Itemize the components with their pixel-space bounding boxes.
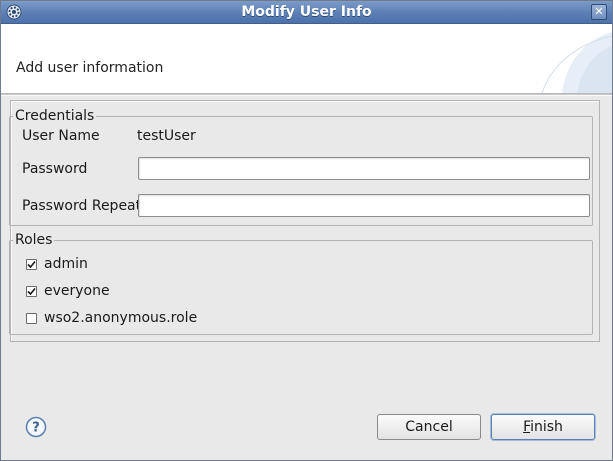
close-button[interactable]: ✕ [591, 4, 607, 20]
password-repeat-field[interactable] [138, 194, 590, 217]
close-icon: ✕ [594, 5, 604, 18]
roles-legend: Roles [15, 232, 53, 248]
dialog-window: Modify User Info ✕ Add user information … [0, 0, 613, 461]
role-label-wso2-anonymous-role[interactable]: wso2.anonymous.role [44, 310, 197, 326]
banner-message: Add user information [16, 60, 164, 76]
password-label: Password [22, 161, 88, 177]
password-field[interactable] [138, 157, 590, 180]
role-label-everyone[interactable]: everyone [44, 283, 110, 299]
credentials-legend: Credentials [15, 108, 95, 124]
finish-button[interactable]: Finish [491, 414, 595, 440]
role-checkbox-everyone[interactable] [26, 286, 37, 297]
banner-separator [1, 94, 612, 96]
checkmark-icon [27, 287, 36, 296]
help-icon[interactable]: ? [25, 416, 47, 438]
role-checkbox-wso2-anonymous-role[interactable] [26, 313, 37, 324]
checkmark-icon [27, 260, 36, 269]
message-banner: Add user information [1, 24, 612, 94]
title-bar[interactable]: Modify User Info ✕ [1, 1, 612, 24]
cancel-button[interactable]: Cancel [377, 414, 481, 440]
password-repeat-label: Password Repeat [22, 198, 142, 214]
banner-decoration [541, 32, 612, 93]
role-label-admin[interactable]: admin [44, 256, 88, 272]
svg-text:?: ? [32, 421, 40, 436]
role-checkbox-admin[interactable] [26, 259, 37, 270]
user-name-label: User Name [22, 128, 100, 144]
user-name-value: testUser [137, 128, 196, 144]
window-title: Modify User Info [241, 4, 372, 20]
